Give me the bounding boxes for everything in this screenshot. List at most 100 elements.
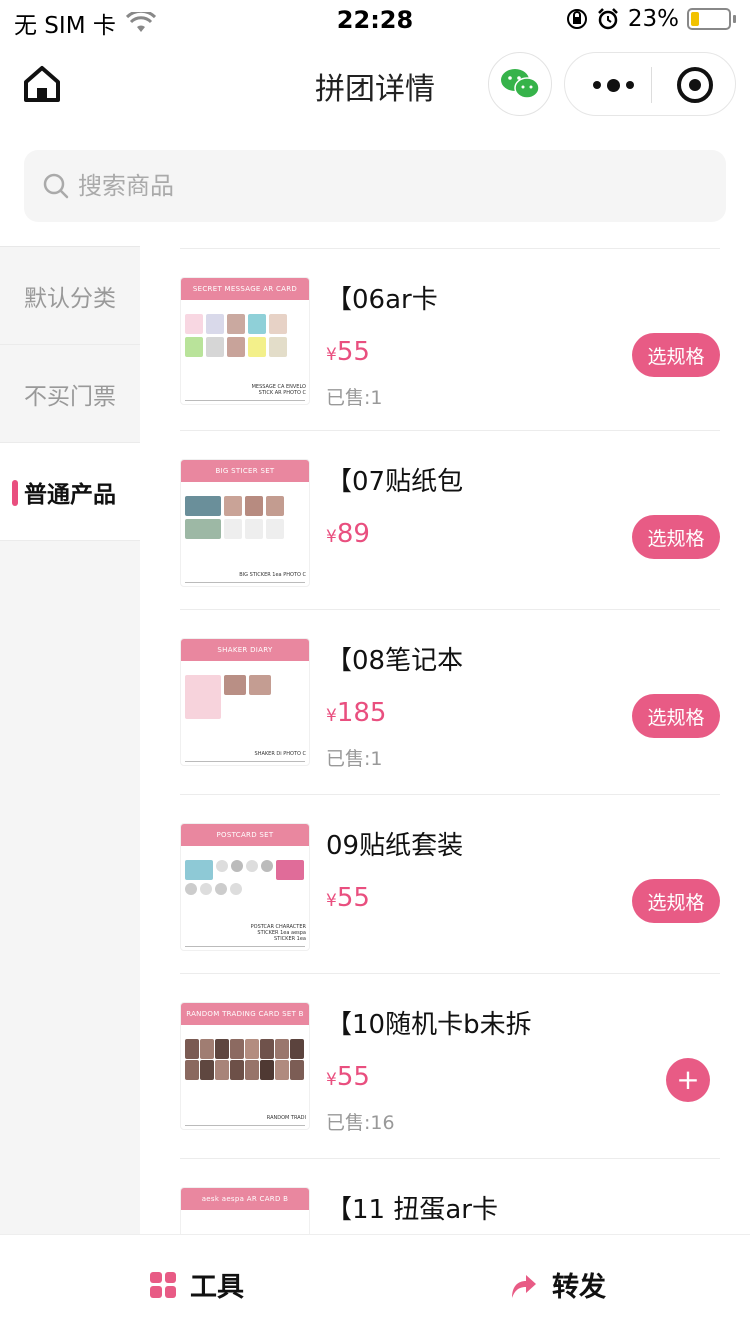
thumbnail-photos: [181, 310, 309, 361]
thumbnail-photos: [181, 856, 309, 899]
more-dot-icon: [625, 81, 634, 89]
thumbnail-title: SHAKER DIARY: [181, 639, 309, 661]
capsule-divider: [651, 67, 652, 103]
price-value: 55: [336, 1062, 370, 1092]
wechat-icon: [501, 69, 540, 99]
select-spec-button[interactable]: 选规格: [632, 333, 720, 377]
currency-symbol: ¥: [326, 345, 337, 365]
select-spec-button[interactable]: 选规格: [632, 694, 720, 738]
thumbnail-subtitle: [181, 1027, 309, 1035]
product-thumbnail[interactable]: POSTCARD SET POSTCAR CHARACTER STICKER 1…: [180, 823, 310, 951]
product-price: ¥55: [326, 883, 370, 913]
select-spec-button[interactable]: 选规格: [632, 515, 720, 559]
product-name: 09贴纸套装: [326, 831, 464, 861]
thumbnail-divider: [185, 400, 305, 401]
more-button[interactable]: [583, 69, 643, 101]
thumbnail-photos: [181, 492, 309, 543]
thumbnail-caption: SHAKER Di PHOTO C: [254, 751, 306, 757]
share-button[interactable]: 转发: [508, 1265, 606, 1304]
tools-button[interactable]: 工具: [150, 1265, 244, 1304]
sidebar-item-no-ticket[interactable]: 不买门票: [0, 345, 140, 443]
thumbnail-photos: [181, 1035, 309, 1084]
product-list: SECRET MESSAGE AR CARD MESSAGE CA ENVELO…: [180, 248, 720, 1234]
status-right: 23%: [566, 6, 736, 32]
product-thumbnail[interactable]: RANDOM TRADING CARD SET B RANDOM TRADI: [180, 1002, 310, 1130]
category-sidebar: 默认分类 不买门票 普通产品: [0, 246, 140, 1236]
mini-program-capsule: [564, 52, 736, 116]
sold-count: 已售:16: [326, 1112, 395, 1134]
thumbnail-caption: BIG STICKER 1ea PHOTO C: [239, 572, 306, 578]
product-thumbnail[interactable]: aesk aespa AR CARD B: [180, 1187, 310, 1234]
product-item[interactable]: POSTCARD SET POSTCAR CHARACTER STICKER 1…: [180, 795, 720, 974]
product-thumbnail[interactable]: BIG STICER SET BIG STICKER 1ea PHOTO C: [180, 459, 310, 587]
close-target-dot: [689, 79, 701, 91]
more-dot-icon: [592, 81, 601, 89]
bottom-bar: 工具 转发: [0, 1234, 750, 1334]
thumbnail-title: SECRET MESSAGE AR CARD: [181, 278, 309, 300]
product-item[interactable]: RANDOM TRADING CARD SET B RANDOM TRADI 【…: [180, 974, 720, 1159]
product-name: 【06ar卡: [326, 285, 438, 315]
sidebar-item-default[interactable]: 默认分类: [0, 247, 140, 345]
product-price: ¥55: [326, 337, 370, 367]
battery-level: [691, 12, 699, 26]
product-price: ¥55: [326, 1062, 370, 1092]
thumbnail-caption: POSTCAR CHARACTER STICKER 1ea aespa STIC…: [250, 924, 306, 942]
grid-icon: [150, 1271, 176, 1298]
thumbnail-title: RANDOM TRADING CARD SET B: [181, 1003, 309, 1025]
search-input[interactable]: [78, 172, 678, 200]
thumbnail-caption: RANDOM TRADI: [266, 1115, 306, 1121]
product-item[interactable]: aesk aespa AR CARD B 【11 扭蛋ar卡: [180, 1159, 720, 1234]
thumbnail-subtitle: [181, 848, 309, 856]
rotation-lock-icon: [566, 9, 587, 29]
currency-symbol: ¥: [326, 1070, 337, 1090]
nav-bar: 拼团详情: [0, 44, 750, 126]
thumbnail-caption: MESSAGE CA ENVELO STICK AR PHOTO C: [251, 384, 306, 396]
product-price: ¥89: [326, 519, 370, 549]
price-value: 55: [336, 883, 370, 913]
search-bar[interactable]: [24, 150, 726, 222]
product-thumbnail[interactable]: SECRET MESSAGE AR CARD MESSAGE CA ENVELO…: [180, 277, 310, 405]
close-target-icon[interactable]: [677, 67, 713, 103]
battery-icon: [687, 8, 731, 30]
sidebar-item-regular[interactable]: 普通产品: [0, 443, 140, 541]
thumbnail-subtitle: [181, 1212, 309, 1220]
price-value: 89: [336, 519, 370, 549]
thumbnail-subtitle: [181, 663, 309, 671]
select-spec-button[interactable]: 选规格: [632, 879, 720, 923]
currency-symbol: ¥: [326, 706, 337, 726]
search-icon: [43, 173, 69, 199]
battery-tip: [733, 15, 736, 23]
sold-count: 已售:1: [326, 387, 383, 409]
product-name: 【11 扭蛋ar卡: [326, 1195, 498, 1225]
product-thumbnail[interactable]: SHAKER DIARY SHAKER Di PHOTO C: [180, 638, 310, 766]
thumbnail-subtitle: [181, 302, 309, 310]
thumbnail-title: POSTCARD SET: [181, 824, 309, 846]
share-label: 转发: [552, 1272, 606, 1303]
currency-symbol: ¥: [326, 891, 337, 911]
thumbnail-divider: [185, 946, 305, 947]
product-item[interactable]: BIG STICER SET BIG STICKER 1ea PHOTO C 【…: [180, 431, 720, 610]
add-to-cart-button[interactable]: +: [666, 1058, 710, 1102]
thumbnail-subtitle: [181, 484, 309, 492]
more-dot-icon: [606, 78, 620, 92]
product-price: ¥185: [326, 698, 386, 728]
battery-percent: 23%: [627, 6, 679, 32]
price-value: 185: [336, 698, 387, 728]
alarm-icon: [597, 8, 618, 30]
product-item[interactable]: SECRET MESSAGE AR CARD MESSAGE CA ENVELO…: [180, 249, 720, 431]
product-item[interactable]: SHAKER DIARY SHAKER Di PHOTO C 【08笔记本 ¥1…: [180, 610, 720, 795]
status-bar: 无 SIM 卡 22:28 23%: [0, 0, 750, 40]
thumbnail-divider: [185, 1125, 305, 1126]
product-name: 【08笔记本: [326, 646, 464, 676]
price-value: 55: [336, 337, 370, 367]
share-icon: [512, 1274, 536, 1298]
currency-symbol: ¥: [326, 527, 337, 547]
wechat-button[interactable]: [488, 52, 552, 116]
thumbnail-divider: [185, 761, 305, 762]
product-name: 【10随机卡b未拆: [326, 1010, 532, 1040]
product-name: 【07贴纸包: [326, 467, 464, 497]
thumbnail-divider: [185, 582, 305, 583]
thumbnail-photos: [181, 671, 309, 723]
sold-count: 已售:1: [326, 748, 383, 770]
thumbnail-title: BIG STICER SET: [181, 460, 309, 482]
